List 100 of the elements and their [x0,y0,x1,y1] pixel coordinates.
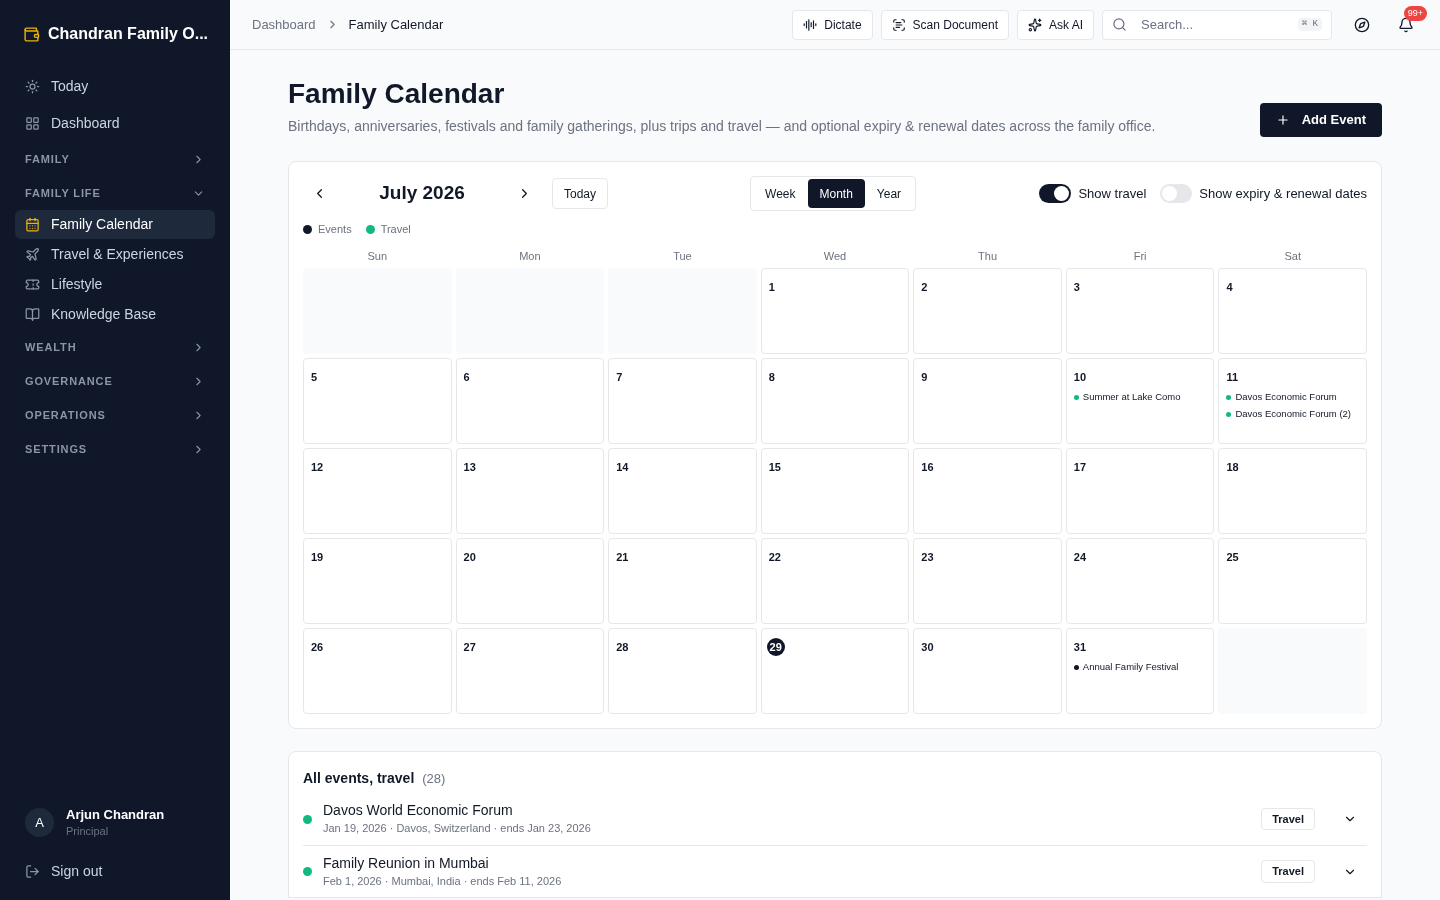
weekday-label: Sun [366,248,389,264]
day-cell[interactable]: 21 [608,538,757,624]
toolbar-button[interactable]: Dictate [792,9,873,40]
nav-section[interactable]: WEALTH [15,331,215,363]
nav-item[interactable]: Lifestyle [15,270,215,299]
toggle-label: Show travel [1078,184,1147,203]
day-cell[interactable]: 27 [455,628,605,714]
day-cell[interactable]: 4 [1218,268,1367,354]
event-details: Jan 19, 2026 · Davos, Switzerland · ends Jan 23, 2026 [323,821,591,837]
day-cell[interactable]: 23 [913,538,1062,624]
day-cell[interactable]: 24 [1065,538,1215,624]
wallet-icon [23,25,40,43]
day-number: 30 [921,640,934,655]
day-number: 5 [311,370,318,385]
day-number: 18 [1226,460,1239,475]
day-cell[interactable]: 3 [1065,268,1215,354]
view-tab[interactable]: Week [753,179,808,208]
toggle-label: Show expiry & renewal dates [1199,184,1367,203]
day-cell[interactable]: 19 [303,538,452,624]
day-cell[interactable]: 5 [303,358,452,444]
day-cell[interactable]: 30 [913,628,1062,714]
day-number: 22 [768,550,781,565]
day-cell[interactable]: 7 [608,358,757,444]
weekday-label: Mon [518,248,542,264]
day-cell[interactable]: 13 [455,448,605,534]
day-cell[interactable]: 9 [913,358,1062,444]
nav-section[interactable]: FAMILY [15,143,215,175]
compass-icon[interactable] [1354,16,1370,33]
day-number: 4 [1226,280,1233,295]
day-cell[interactable]: 26 [303,628,452,714]
weekday-label: Sat [1283,248,1302,264]
nav-item[interactable]: Family Calendar [15,210,215,239]
ticket-icon [25,277,40,292]
toolbar-button[interactable]: Ask AI [1017,9,1094,40]
day-cell[interactable]: 6 [455,358,605,444]
day-cell[interactable]: 31 Annual Family Festival [1065,628,1215,714]
day-number: 24 [1073,550,1087,565]
user-role: Principal [66,824,110,839]
view-tab[interactable]: Year [864,179,914,208]
day-number: 25 [1226,550,1239,565]
event-title[interactable]: Davos Economic Forum (2) [1235,407,1352,422]
nav-section[interactable]: FAMILY LIFE [15,177,215,209]
nav-section[interactable]: SETTINGS [15,433,215,465]
weekday-label: Thu [977,248,999,264]
day-number: 19 [311,550,324,565]
toggle-switch[interactable] [1160,184,1193,203]
day-cell[interactable]: 1 [760,268,910,354]
calendar-icon [25,217,40,232]
book-icon [25,307,40,322]
day-cell[interactable]: 20 [455,538,605,624]
day-cell[interactable]: 2 [913,268,1062,354]
sun-icon [25,78,40,94]
day-cell[interactable]: 10 Summer at Lake Como [1065,358,1215,444]
day-number: 13 [463,460,476,475]
day-number: 28 [616,640,629,655]
today-button[interactable]: Today [552,178,609,209]
day-cell[interactable]: 8 [760,358,910,444]
nav-item[interactable]: Travel & Experiences [15,240,215,269]
day-cell[interactable]: 12 [303,448,452,534]
event-title[interactable]: Summer at Lake Como [1082,390,1181,405]
day-cell[interactable]: 16 [913,448,1062,534]
day-cell[interactable]: 18 [1218,448,1367,534]
day-cell[interactable]: 17 [1065,448,1215,534]
month-title: July 2026 [378,181,466,206]
day-cell[interactable]: 15 [760,448,910,534]
nav-item[interactable]: Today [15,68,215,104]
logout-icon [25,864,40,879]
page-subtitle: Birthdays, anniversaries, festivals and family gatherings, plus trips and travel — and optional expiry & renewal dates across the family office. [288,117,1156,136]
event-title[interactable]: Davos World Economic Forum [323,801,591,821]
breadcrumb-link[interactable]: Dashboard [252,14,316,35]
toggle-switch[interactable] [1039,184,1072,203]
nav-item[interactable]: Dashboard [15,105,215,141]
sign-out-button[interactable]: Sign out [15,861,103,882]
day-number: 1 [768,280,775,295]
event-title[interactable]: Annual Family Festival [1082,660,1179,675]
event-title[interactable]: Davos Economic Forum [1235,390,1337,405]
day-cell[interactable]: 28 [608,628,757,714]
weekday-label: Wed [822,248,848,264]
event-title[interactable]: Family Reunion in Mumbai [323,853,562,873]
day-cell[interactable]: 14 [608,448,757,534]
day-number: 2 [921,280,928,295]
legend-label: Travel [380,222,411,237]
day-cell[interactable]: 22 [760,538,910,624]
day-cell[interactable]: 25 [1218,538,1367,624]
day-number: 31 [1073,640,1087,655]
nav-section[interactable]: GOVERNANCE [15,365,215,397]
add-event-button[interactable]: Add Event [1259,103,1382,137]
day-number: 6 [463,370,470,385]
day-cell[interactable]: 29 [760,628,910,714]
user-name: Arjun Chandran [66,806,165,824]
notification-bell-icon[interactable] [1398,16,1414,33]
nav-section[interactable]: OPERATIONS [15,399,215,431]
toolbar-button[interactable]: Scan Document [880,9,1009,40]
day-number: 14 [616,460,629,475]
day-number: 29 [766,638,785,657]
weekday-label: Tue [672,248,693,264]
day-cell[interactable]: 11 Davos Economic Forum Davos Economic Forum (2) [1218,358,1367,444]
day-number: 11 [1226,370,1239,385]
view-tab[interactable]: Month [807,179,865,208]
nav-item[interactable]: Knowledge Base [15,300,215,329]
